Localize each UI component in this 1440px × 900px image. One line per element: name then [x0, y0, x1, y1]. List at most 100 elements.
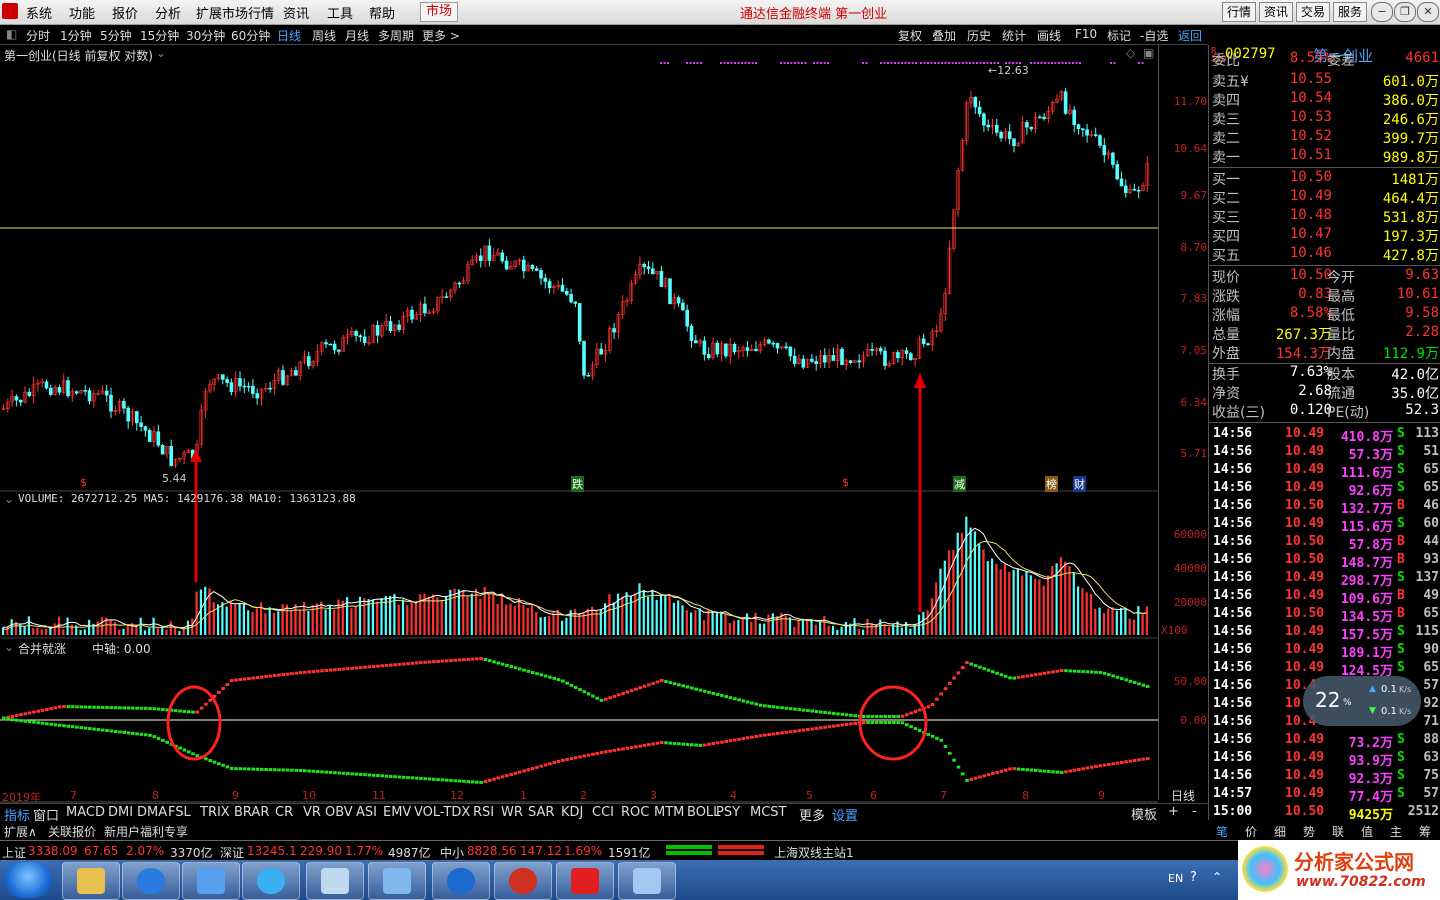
event-tag[interactable]: 跌	[571, 476, 584, 492]
toolbar-watchlist[interactable]: -自选	[1140, 27, 1168, 44]
quote-button[interactable]: 行情	[1222, 2, 1256, 22]
server-name[interactable]: 上海双线主站1	[774, 844, 854, 861]
close-icon[interactable]: ✕	[1417, 2, 1439, 22]
indicator-tab[interactable]: TRIX	[200, 805, 230, 820]
indicator-tab[interactable]: ASI	[356, 805, 377, 820]
toolbar-draw[interactable]: 画线	[1037, 27, 1061, 44]
menu-system[interactable]: 系统	[26, 3, 52, 22]
indicator-tab[interactable]: RSI	[473, 805, 494, 820]
toolbar-mark[interactable]: 标记	[1107, 27, 1131, 44]
quote-tab[interactable]: 笔	[1216, 823, 1228, 840]
period-tab[interactable]: 1分钟	[60, 27, 92, 44]
taskbar-ie[interactable]	[242, 862, 300, 900]
indicator-tab[interactable]: CR	[275, 805, 293, 820]
menu-help[interactable]: 帮助	[369, 3, 395, 22]
indicator-tab[interactable]: SAR	[528, 805, 554, 820]
period-tab[interactable]: 多周期	[378, 27, 414, 44]
service-button[interactable]: 服务	[1333, 2, 1367, 22]
menu-news[interactable]: 资讯	[283, 3, 309, 22]
quote-tab[interactable]: 值	[1361, 823, 1373, 840]
template-button[interactable]: 模板	[1131, 804, 1157, 823]
taskbar-app[interactable]	[182, 862, 240, 900]
indicator-tab[interactable]: ROC	[621, 805, 649, 820]
period-tab[interactable]: 60分钟	[231, 27, 270, 44]
period-tab-more[interactable]: 更多 >	[422, 27, 460, 44]
taskbar-tool2[interactable]	[618, 862, 676, 900]
toolbar-history[interactable]: 历史	[967, 27, 991, 44]
indicator-tab[interactable]: EMV	[383, 805, 411, 820]
menu-tools[interactable]: 工具	[327, 3, 353, 22]
market-breadth-icon	[666, 843, 766, 860]
indicator-tab[interactable]: KDJ	[561, 805, 583, 820]
period-tab[interactable]: 周线	[312, 27, 336, 44]
indicator-tab[interactable]: MCST	[750, 805, 787, 820]
indicator-tab[interactable]: DMA	[137, 805, 167, 820]
indicator-tab[interactable]: CCI	[592, 805, 614, 820]
expand-button[interactable]: 扩展∧	[4, 823, 37, 840]
indicator-tab[interactable]: MTM	[654, 805, 684, 820]
period-tab-active[interactable]: 日线	[277, 27, 301, 44]
period-tab[interactable]: 分时	[26, 27, 50, 44]
menu-extended-market[interactable]: 扩展市场行情	[196, 3, 274, 22]
indicator-tab[interactable]: PSY	[716, 805, 740, 820]
minimize-icon[interactable]: −	[1371, 2, 1393, 22]
new-user-tab[interactable]: 新用户福利专享	[104, 823, 188, 840]
taskbar-explorer[interactable]	[62, 862, 120, 900]
quote-tab[interactable]: 筹	[1419, 823, 1431, 840]
collapse-icon[interactable]: ⌄	[4, 492, 14, 506]
toolbar-back[interactable]: 返回	[1178, 27, 1202, 44]
indicator-step	[45, 722, 49, 726]
period-tab[interactable]: 30分钟	[186, 27, 225, 44]
start-button[interactable]	[4, 862, 52, 898]
network-monitor[interactable]: 22 % ▲ 0.1 K/s ▼ 0.1 K/s	[1303, 676, 1421, 726]
taskbar-k[interactable]	[432, 862, 490, 900]
kline-chart[interactable]: ←12.63 5.44	[0, 45, 1158, 803]
event-tag[interactable]: $	[842, 476, 849, 489]
add-button[interactable]: +	[1168, 804, 1179, 819]
restore-icon[interactable]: ❐	[1394, 2, 1416, 22]
indicator-tab[interactable]: WR	[501, 805, 523, 820]
event-tag[interactable]: 财	[1073, 476, 1086, 492]
quote-tab[interactable]: 细	[1274, 823, 1286, 840]
period-tab[interactable]: 月线	[345, 27, 369, 44]
time-tick: 11	[372, 789, 386, 802]
quote-tab[interactable]: 联	[1332, 823, 1344, 840]
toolbar-fuquan[interactable]: 复权	[898, 27, 922, 44]
toolbar-f10[interactable]: F10	[1075, 27, 1097, 41]
menu-analysis[interactable]: 分析	[155, 3, 181, 22]
market-button[interactable]: 市场	[420, 2, 458, 22]
trade-button[interactable]: 交易	[1296, 2, 1330, 22]
indicator-tab[interactable]: OBV	[325, 805, 353, 820]
event-tag[interactable]: $	[80, 476, 87, 489]
indicator-tab[interactable]: FSL	[168, 805, 191, 820]
related-quote-tab[interactable]: 关联报价	[48, 823, 96, 840]
event-tag[interactable]: 榜	[1045, 476, 1058, 492]
toolbar-stats[interactable]: 统计	[1002, 27, 1026, 44]
taskbar-chart[interactable]	[368, 862, 426, 900]
help-icon[interactable]: ?	[1190, 870, 1197, 885]
layout-icon[interactable]: ◧	[6, 27, 17, 41]
period-tab[interactable]: 5分钟	[100, 27, 132, 44]
period-tab[interactable]: 15分钟	[140, 27, 179, 44]
language-indicator[interactable]: EN	[1168, 872, 1183, 885]
taskbar-tdx[interactable]	[556, 862, 614, 900]
taskbar-bank[interactable]	[494, 862, 552, 900]
indicator-tab[interactable]: BRAR	[234, 805, 269, 820]
info-button[interactable]: 资讯	[1259, 2, 1293, 22]
quote-tab[interactable]: 主	[1390, 823, 1402, 840]
tray-icon[interactable]: ⌃	[1212, 870, 1222, 884]
indicator-tab[interactable]: VR	[303, 805, 321, 820]
taskbar-tool[interactable]	[306, 862, 364, 900]
collapse-icon[interactable]: ⌄	[4, 640, 14, 654]
toolbar-overlay[interactable]: 叠加	[932, 27, 956, 44]
taskbar-sogou[interactable]	[122, 862, 180, 900]
quote-tab[interactable]: 势	[1303, 823, 1315, 840]
indicator-tab[interactable]: VOL-TDX	[414, 805, 470, 820]
remove-button[interactable]: -	[1192, 804, 1197, 819]
indicator-tab[interactable]: DMI	[108, 805, 133, 820]
event-tag[interactable]: 减	[953, 476, 966, 492]
menu-function[interactable]: 功能	[69, 3, 95, 22]
quote-tab[interactable]: 价	[1245, 823, 1257, 840]
indicator-tab[interactable]: MACD	[66, 805, 105, 820]
menu-quote[interactable]: 报价	[112, 3, 138, 22]
